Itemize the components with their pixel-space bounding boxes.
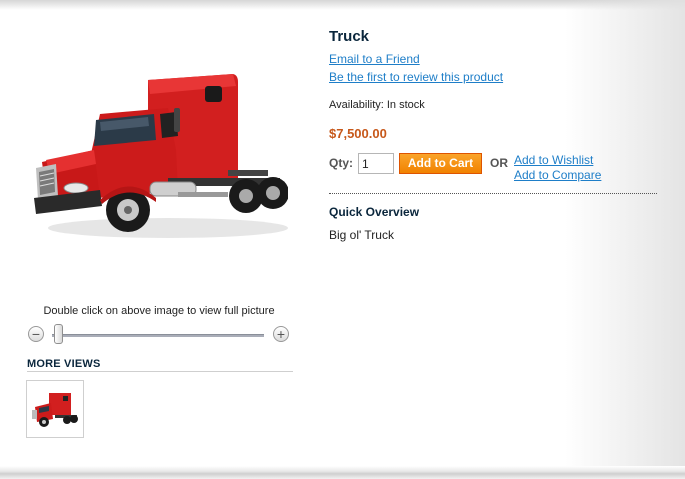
divider <box>27 371 293 372</box>
thumbnail[interactable] <box>26 380 84 438</box>
product-name: Truck <box>329 28 370 45</box>
qty-input[interactable] <box>358 153 394 174</box>
email-friend-link[interactable]: Email to a Friend <box>329 52 420 66</box>
qty-label: Qty: <box>329 156 353 170</box>
minus-circle-icon[interactable]: − <box>28 326 44 342</box>
more-views-title: MORE VIEWS <box>27 358 101 370</box>
add-to-cart-button[interactable]: Add to Cart <box>399 153 482 174</box>
product-image[interactable] <box>28 70 289 245</box>
product-description: Big ol' Truck <box>329 228 394 242</box>
truck-thumbnail-image <box>32 393 78 427</box>
zoom-hint: Double click on above image to view full… <box>43 305 275 317</box>
or-label: OR <box>490 156 508 170</box>
background-glow <box>565 0 685 466</box>
zoom-handle[interactable] <box>54 324 63 344</box>
plus-circle-icon[interactable]: + <box>273 326 289 342</box>
truck-image <box>34 74 289 238</box>
add-to-compare-link[interactable]: Add to Compare <box>514 168 601 182</box>
add-to-wishlist-link[interactable]: Add to Wishlist <box>514 153 593 167</box>
zoom-slider[interactable]: − + <box>28 324 292 348</box>
quick-overview-title: Quick Overview <box>329 205 420 219</box>
product-price: $7,500.00 <box>329 126 387 141</box>
section-divider <box>329 193 657 194</box>
review-link[interactable]: Be the first to review this product <box>329 70 503 84</box>
zoom-track[interactable] <box>52 334 264 337</box>
bottom-edge <box>0 466 685 479</box>
availability-status: Availability: In stock <box>329 99 425 111</box>
